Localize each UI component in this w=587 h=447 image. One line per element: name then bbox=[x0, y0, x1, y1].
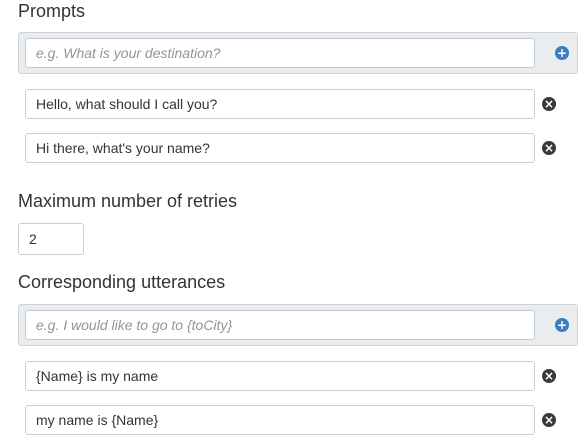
remove-prompt-1-icon[interactable]: × bbox=[542, 97, 556, 111]
remove-prompt-2-icon[interactable]: × bbox=[542, 141, 556, 155]
new-prompt-input[interactable] bbox=[25, 38, 535, 68]
new-utterance-input[interactable] bbox=[25, 310, 535, 340]
utterances-heading: Corresponding utterances bbox=[18, 272, 226, 292]
remove-utterance-2-icon[interactable]: × bbox=[542, 413, 556, 427]
new-prompt-box: + bbox=[18, 32, 578, 74]
utterance-input-1[interactable] bbox=[25, 361, 535, 391]
retries-heading: Maximum number of retries bbox=[18, 191, 238, 211]
prompt-input-2[interactable] bbox=[25, 133, 535, 163]
utterance-input-2[interactable] bbox=[25, 405, 535, 435]
prompts-heading: Prompts bbox=[18, 1, 86, 21]
remove-utterance-1-icon[interactable]: × bbox=[542, 369, 556, 383]
add-prompt-icon[interactable]: + bbox=[555, 46, 569, 60]
retries-input[interactable] bbox=[18, 223, 84, 255]
prompt-input-1[interactable] bbox=[25, 89, 535, 119]
add-utterance-icon[interactable]: + bbox=[555, 318, 569, 332]
new-utterance-box: + bbox=[18, 304, 578, 346]
